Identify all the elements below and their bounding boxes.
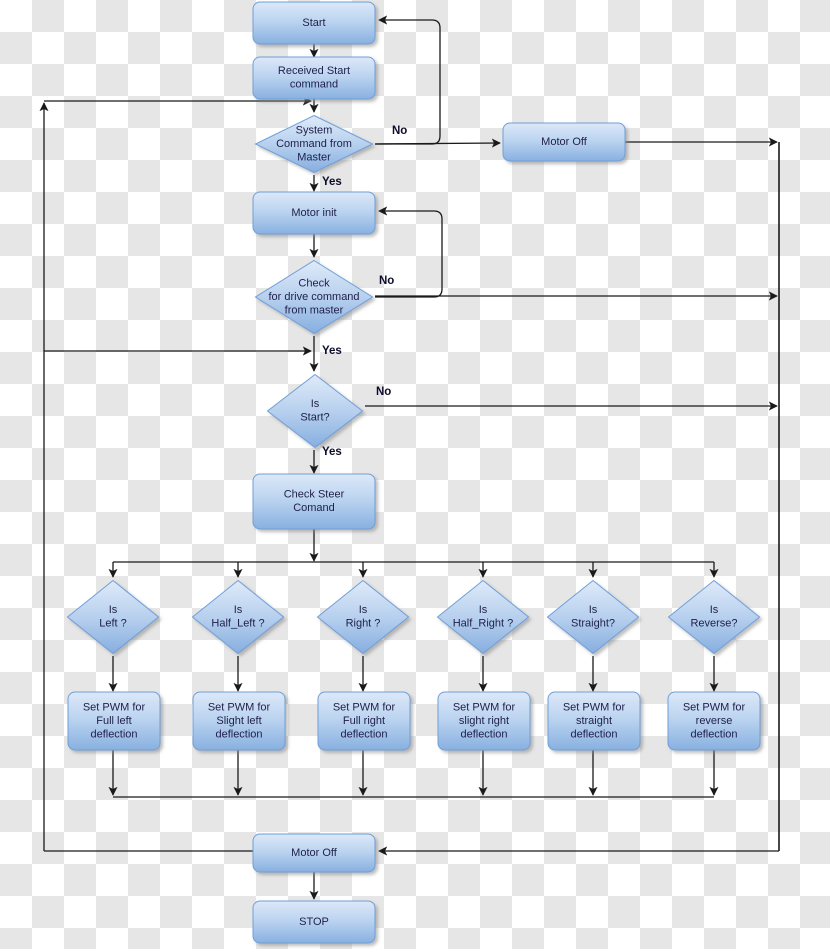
decision-shape — [66, 579, 160, 655]
node-start[interactable]: Start — [252, 1, 376, 45]
decision-shape — [254, 114, 374, 174]
decision-shape — [436, 579, 530, 655]
node-isright[interactable]: IsRight ? — [316, 579, 410, 655]
node-stop[interactable]: STOP — [252, 900, 376, 944]
node-ishalfright[interactable]: IsHalf_Right ? — [436, 579, 530, 655]
process-shape — [437, 691, 531, 751]
process-shape — [252, 473, 376, 530]
edge-label-isstart-no: No — [376, 386, 391, 398]
edge-label-syscmd-no: No — [392, 125, 407, 137]
edge-label-checkdrive-no: No — [379, 275, 394, 287]
node-pwmslightright[interactable]: Set PWM forslight rightdeflection — [437, 691, 531, 751]
node-pwmfullleft[interactable]: Set PWM forFull leftdeflection — [67, 691, 161, 751]
decision-shape — [316, 579, 410, 655]
node-isreverse[interactable]: IsReverse? — [667, 579, 761, 655]
edge-label-checkdrive-yes: Yes — [322, 345, 342, 357]
process-shape — [252, 1, 376, 45]
node-motorinit[interactable]: Motor init — [252, 191, 376, 235]
node-isstart[interactable]: IsStart? — [266, 373, 364, 449]
node-isleft[interactable]: IsLeft ? — [66, 579, 160, 655]
edge-syscmd-no-to-start — [375, 15, 441, 145]
node-isstraight[interactable]: IsStraight? — [546, 579, 640, 655]
decision-shape — [546, 579, 640, 655]
process-shape — [192, 691, 286, 751]
process-shape — [667, 691, 761, 751]
process-shape — [547, 691, 641, 751]
process-shape — [252, 833, 376, 873]
node-ishalfleft[interactable]: IsHalf_Left ? — [191, 579, 285, 655]
node-received[interactable]: Received Startcommand — [252, 56, 376, 100]
decision-shape — [266, 373, 364, 449]
node-motoroff_top[interactable]: Motor Off — [502, 122, 626, 162]
node-pwmslightleft[interactable]: Set PWM forSlight leftdeflection — [192, 691, 286, 751]
node-pwmfullright[interactable]: Set PWM forFull rightdeflection — [317, 691, 411, 751]
node-pwmreverse[interactable]: Set PWM forreversedeflection — [667, 691, 761, 751]
flowchart-canvas: Start Received Startcommand SystemCommand … — [39, 1, 780, 944]
node-checkdrive[interactable]: Checkfor drive commandfrom master — [254, 259, 374, 335]
decision-shape — [191, 579, 285, 655]
node-checksteer[interactable]: Check SteerComand — [252, 473, 376, 530]
node-syscmd[interactable]: SystemCommand fromMaster — [254, 114, 374, 174]
process-shape — [252, 56, 376, 100]
decision-shape — [667, 579, 761, 655]
connector-layer — [39, 15, 780, 900]
process-shape — [252, 191, 376, 235]
edge-label-isstart-yes: Yes — [322, 446, 342, 458]
decision-shape — [254, 259, 374, 335]
process-shape — [252, 900, 376, 944]
process-shape — [67, 691, 161, 751]
process-shape — [317, 691, 411, 751]
edge-label-syscmd-yes: Yes — [322, 176, 342, 188]
node-pwmstraight[interactable]: Set PWM forstraightdeflection — [547, 691, 641, 751]
edge-syscmd-to-motoroff-top — [374, 138, 501, 148]
process-shape — [502, 122, 626, 162]
node-motoroff_bot[interactable]: Motor Off — [252, 833, 376, 873]
